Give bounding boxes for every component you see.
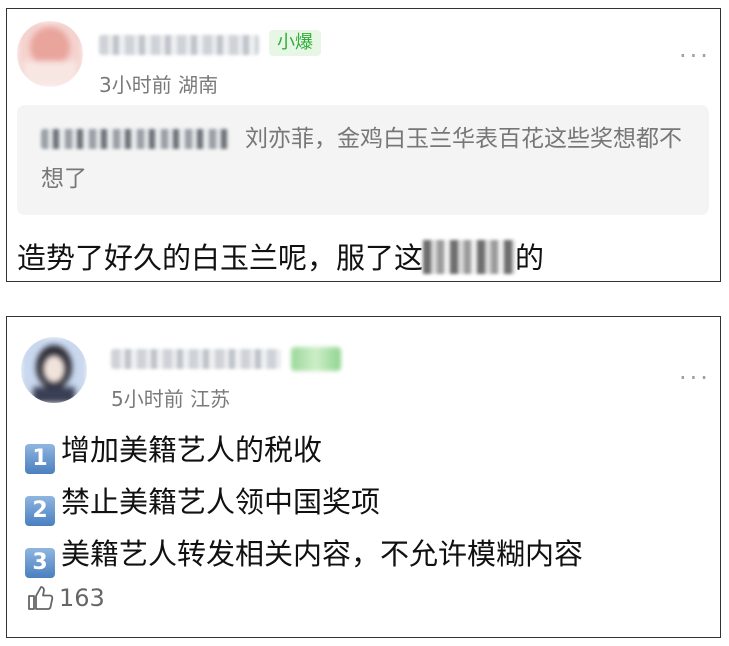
- comment-location: 湖南: [178, 73, 219, 97]
- quoted-reply[interactable]: 刘亦菲，金鸡白玉兰华表百花这些奖想都不想了: [17, 105, 709, 215]
- username-blurred[interactable]: [111, 349, 281, 369]
- avatar-image: [17, 21, 83, 87]
- comment-card-1: 小爆 3小时前 湖南 ··· 刘亦菲，金鸡白玉兰华表百花这些奖想都不想了 造势了…: [6, 8, 721, 282]
- avatar-image: [21, 337, 87, 403]
- censored-mosaic: [423, 240, 516, 274]
- like-count: 163: [59, 584, 105, 612]
- comment-body: 造势了好久的白玉兰呢，服了这 的: [17, 235, 544, 277]
- comment-time: 3小时前: [99, 73, 172, 97]
- username-blurred[interactable]: [99, 35, 259, 55]
- list-item: 1 增加美籍艺人的税收: [25, 427, 322, 474]
- comment-time: 5小时前: [111, 387, 184, 411]
- list-item: 3 美籍艺人转发相关内容，不允许模糊内容: [25, 531, 583, 578]
- list-item-text: 增加美籍艺人的税收: [61, 433, 323, 467]
- comment-location: 江苏: [190, 387, 231, 411]
- avatar[interactable]: [21, 337, 87, 403]
- thumbs-up-icon: [28, 586, 54, 610]
- list-item-text: 美籍艺人转发相关内容，不允许模糊内容: [61, 537, 584, 571]
- keycap-number-icon: 3: [25, 548, 55, 578]
- level-badge-blurred: [291, 347, 341, 371]
- list-item-text: 禁止美籍艺人领中国奖项: [61, 485, 381, 519]
- more-dots-icon[interactable]: ···: [679, 44, 711, 68]
- comment-meta: 3小时前 湖南: [99, 69, 218, 98]
- avatar[interactable]: [17, 21, 83, 87]
- comment-meta: 5小时前 江苏: [111, 383, 230, 412]
- keycap-number-icon: 1: [25, 444, 55, 474]
- level-badge: 小爆: [269, 30, 321, 56]
- list-item: 2 禁止美籍艺人领中国奖项: [25, 479, 380, 526]
- like-button[interactable]: 163: [25, 583, 105, 613]
- comment-body-text: 造势了好久的白玉兰呢，服了这: [17, 241, 424, 275]
- comment-card-2: 5小时前 江苏 ··· 1 增加美籍艺人的税收 2 禁止美籍艺人领中国奖项 3 美籍艺…: [6, 316, 721, 638]
- keycap-number-icon: 2: [25, 496, 55, 526]
- quoted-text: 刘亦菲，金鸡白玉兰华表百花这些奖想都不想了: [41, 126, 682, 192]
- more-dots-icon[interactable]: ···: [679, 366, 711, 390]
- comment-body-tail: 的: [515, 241, 545, 275]
